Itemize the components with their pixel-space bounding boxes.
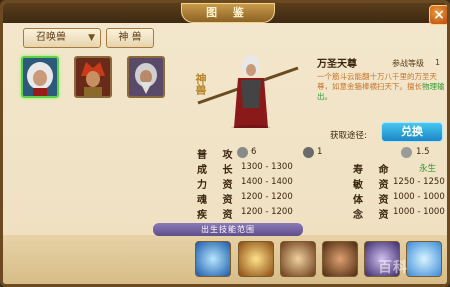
skill-header: 出生技能范围 [153, 223, 303, 236]
roster-avatar-1[interactable] [21, 56, 59, 98]
speed-value: 1200 - 1200 [241, 207, 293, 217]
ice-skill-icon[interactable] [195, 241, 231, 277]
mind-value: 1000 - 1000 [393, 207, 445, 217]
red-hair-hero-portrait [76, 58, 110, 96]
soul-label: 魂 资 [197, 195, 239, 206]
attack-value-1: 6 [251, 147, 257, 157]
type-dropdown[interactable]: 神 兽 [106, 28, 154, 48]
clock-icon [401, 147, 412, 158]
power-value: 1400 - 1400 [241, 177, 293, 187]
body-label: 体 资 [353, 195, 395, 206]
watermark: 百科 [378, 260, 408, 276]
exchange-button[interactable]: 兑换 [381, 122, 443, 142]
growth-label: 成 长 [197, 165, 239, 176]
life-label: 寿 命 [353, 165, 395, 176]
attack-value-3: 1.5 [416, 147, 430, 157]
soul-value: 1200 - 1200 [241, 192, 293, 202]
encyclopedia-window: 图 鉴 × 召唤兽 ▼ 神 兽 神兽 万圣天尊 参战等级 1 一个筋斗云能翻十万… [0, 0, 450, 287]
chevron-down-icon: ▼ [88, 33, 95, 43]
speed-label: 疾 资 [197, 210, 239, 221]
attack-value-2: 1 [317, 147, 323, 157]
frost-skill-icon[interactable] [406, 241, 442, 277]
mind-label: 念 资 [353, 210, 395, 221]
vortex-skill-icon[interactable] [322, 241, 358, 277]
sword-icon [237, 147, 248, 158]
description-text: 一个筋斗云能翻十万八千里的万圣天尊，如意金箍棒横扫天下。擅长 [317, 72, 437, 91]
attack-label: 普 攻 [197, 150, 239, 161]
old-sage-portrait [129, 58, 163, 96]
power-label: 力 资 [197, 180, 239, 191]
obtain-label: 获取途径: [330, 131, 367, 141]
shield-icon [303, 147, 314, 158]
growth-value: 1300 - 1300 [241, 162, 293, 172]
hero-figure [197, 55, 299, 128]
category-dropdown[interactable]: 召唤兽 ▼ [23, 28, 101, 48]
hero-description: 一个筋斗云能翻十万八千里的万圣天尊，如意金箍棒横扫天下。擅长物理输出。 [317, 72, 447, 102]
roster-avatar-3[interactable] [127, 56, 165, 98]
agility-value: 1250 - 1250 [393, 177, 445, 187]
agility-label: 敏 资 [353, 180, 395, 191]
roster-avatar-2[interactable] [74, 56, 112, 98]
white-hair-hero-portrait [23, 58, 57, 96]
level-value: 1 [435, 58, 441, 67]
category-dropdown-label: 召唤兽 [36, 32, 66, 43]
body-value: 1000 - 1000 [393, 192, 445, 202]
wind-skill-icon[interactable] [280, 241, 316, 277]
window-title: 图 鉴 [181, 3, 275, 23]
level-label: 参战等级 [392, 59, 424, 68]
gold-skill-icon[interactable] [238, 241, 274, 277]
close-button[interactable]: × [429, 5, 447, 25]
hero-name: 万圣天尊 [317, 59, 357, 70]
close-icon: × [433, 7, 445, 23]
life-value: 永生 [419, 164, 437, 174]
